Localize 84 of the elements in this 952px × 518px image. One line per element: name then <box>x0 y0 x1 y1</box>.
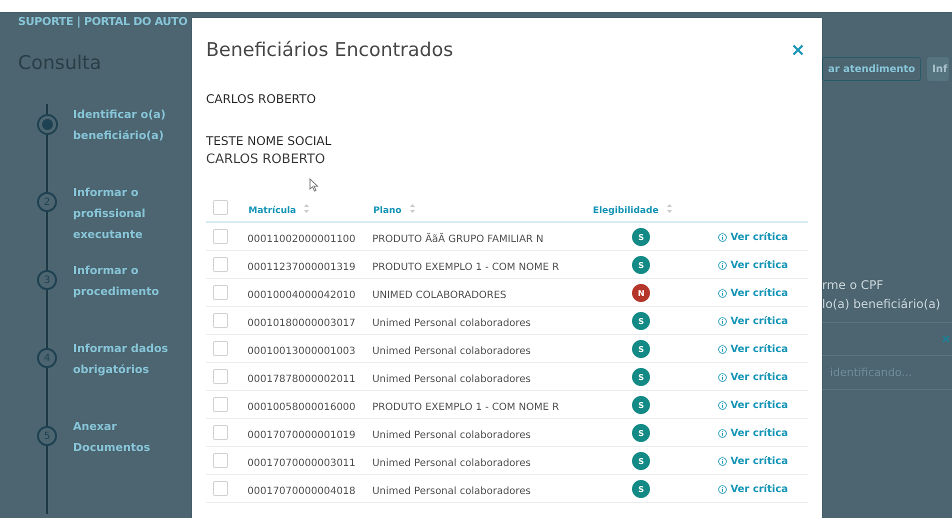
eligibility-badge: S <box>632 452 650 470</box>
eligibility-badge: S <box>632 396 650 414</box>
eligibility-badge: S <box>632 228 650 246</box>
sort-icon[interactable] <box>410 204 415 212</box>
table-cell: PRODUTO ÃãÃ GRUPO FAMILIAR N <box>372 234 544 245</box>
info-icon <box>718 317 728 326</box>
row-checkbox[interactable] <box>213 257 228 272</box>
action-button[interactable]: ar atendimento <box>822 57 922 81</box>
info-icon <box>718 289 728 298</box>
row-checkbox[interactable] <box>213 481 228 496</box>
cpf-prompt-text: rme o CPF <box>822 277 884 294</box>
table-cell: 00017070000004018 <box>247 486 356 497</box>
info-icon <box>718 485 728 494</box>
table-cell: Unimed Personal colaboradores <box>372 346 531 357</box>
sort-icon[interactable] <box>304 204 310 212</box>
sort-icon[interactable] <box>666 204 672 212</box>
table-cell: PRODUTO EXEMPLO 1 - COM NOME R <box>372 262 560 273</box>
table-cell: Unimed Personal colaboradores <box>372 458 531 469</box>
row-checkbox[interactable] <box>213 341 228 356</box>
view-critique-link[interactable]: Ver crítica <box>718 484 788 495</box>
beneficiary-name: CARLOS ROBERTO <box>206 92 317 106</box>
clear-icon[interactable] <box>942 335 950 343</box>
eligibility-badge: S <box>632 340 650 358</box>
info-icon <box>718 261 728 270</box>
view-critique-link[interactable]: Ver crítica <box>718 372 788 383</box>
table-cell: 00011002000001100 <box>247 234 356 245</box>
column-header[interactable]: Plano <box>373 206 402 216</box>
cpf-prompt-text: lo(a) beneficiário(a) <box>822 296 942 313</box>
info-icon <box>718 429 728 438</box>
table-cell: 00011237000001319 <box>247 262 356 273</box>
social-name-value: CARLOS ROBERTO <box>206 152 326 167</box>
info-icon <box>718 373 728 382</box>
eligibility-badge: S <box>632 480 650 498</box>
table-cell: Unimed Personal colaboradores <box>372 374 531 385</box>
step-label[interactable]: Anexar Documentos <box>73 416 173 458</box>
row-checkbox[interactable] <box>213 369 228 384</box>
mouse-pointer-icon <box>309 178 319 192</box>
step-label[interactable]: Informar o profissional executante <box>73 182 173 245</box>
eligibility-badge: S <box>632 256 650 274</box>
table-cell: Unimed Personal colaboradores <box>372 318 531 329</box>
view-critique-link[interactable]: Ver crítica <box>718 456 788 467</box>
table-cell: UNIMED COLABORADORES <box>372 290 506 301</box>
action-button[interactable]: Inf <box>927 57 950 81</box>
select-all-checkbox[interactable] <box>213 200 228 214</box>
table-cell: 00017070000003011 <box>247 458 356 469</box>
view-critique-link[interactable]: Ver crítica <box>718 428 788 439</box>
close-icon[interactable] <box>792 44 804 56</box>
table-cell: PRODUTO EXEMPLO 1 - COM NOME R <box>372 402 560 413</box>
social-name-label: TESTE NOME SOCIAL <box>206 134 332 148</box>
table-cell: 00010180000003017 <box>247 318 356 329</box>
step-label[interactable]: Identificar o(a) beneficiário(a) <box>73 104 173 146</box>
view-critique-link[interactable]: Ver crítica <box>718 288 788 299</box>
info-icon <box>718 457 728 466</box>
table-cell: 00017070000001019 <box>247 430 356 441</box>
table-cell: 00010004000042010 <box>247 290 356 301</box>
view-critique-link[interactable]: Ver crítica <box>718 232 788 243</box>
column-header[interactable]: Elegibilidade <box>592 206 659 216</box>
row-checkbox[interactable] <box>213 425 228 440</box>
eligibility-badge: S <box>632 312 650 330</box>
info-icon <box>718 233 728 242</box>
row-checkbox[interactable] <box>213 313 228 328</box>
eligibility-badge: S <box>632 424 650 442</box>
info-icon <box>718 401 728 410</box>
table-cell: 00010013000001003 <box>247 346 356 357</box>
step-label[interactable]: Informar o procedimento <box>73 260 173 302</box>
view-critique-link[interactable]: Ver crítica <box>718 400 788 411</box>
portal-header: SUPORTE | PORTAL DO AUTO <box>18 15 188 28</box>
row-checkbox[interactable] <box>213 397 228 412</box>
row-checkbox[interactable] <box>213 229 228 244</box>
row-checkbox[interactable] <box>213 453 228 468</box>
table-cell: 00010058000016000 <box>247 402 356 413</box>
step-label[interactable]: Informar dados obrigatórios <box>73 338 173 380</box>
table-cell: Unimed Personal colaboradores <box>372 486 531 497</box>
view-critique-link[interactable]: Ver crítica <box>718 316 788 327</box>
modal-title: Beneficiários Encontrados <box>206 39 454 61</box>
table-cell: Unimed Personal colaboradores <box>372 430 531 441</box>
eligibility-badge: S <box>632 368 650 386</box>
row-checkbox[interactable] <box>213 285 228 300</box>
info-icon <box>718 345 728 354</box>
table-cell: 00017878000002011 <box>247 374 356 385</box>
view-critique-link[interactable]: Ver crítica <box>718 344 788 355</box>
view-critique-link[interactable]: Ver crítica <box>718 260 788 271</box>
eligibility-badge: N <box>632 284 650 302</box>
column-header[interactable]: Matrícula <box>248 206 296 216</box>
